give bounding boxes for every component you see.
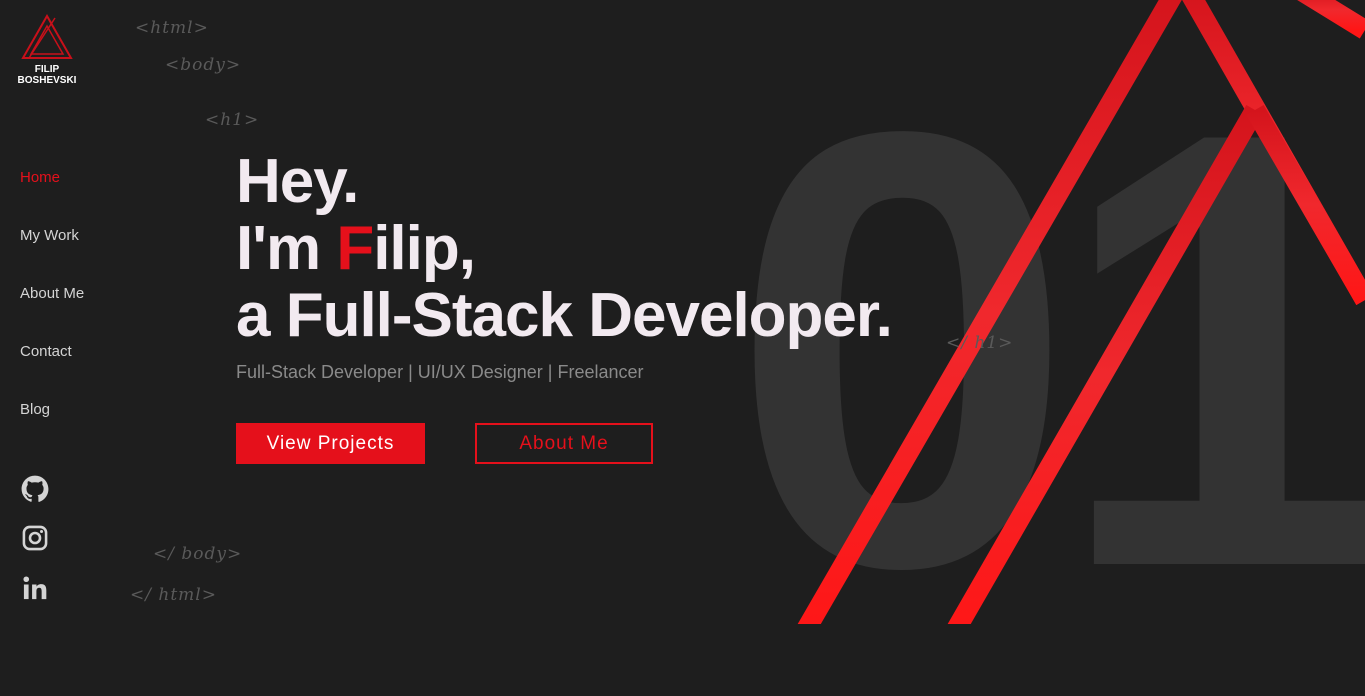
hero-line-2-prefix: I'm <box>236 214 337 283</box>
logo-line-2: BOSHEVSKI <box>17 75 77 86</box>
hero-line-2: I'm Filip, <box>236 215 892 282</box>
tag-body-close: </ body> <box>153 544 243 564</box>
tag-html-close: </ html> <box>130 585 217 605</box>
nav-item-home[interactable]: Home <box>20 169 60 186</box>
tag-h1-open: <h1> <box>205 110 260 130</box>
hero: Hey. I'm Filip, a Full-Stack Developer. … <box>236 147 893 464</box>
instagram-icon[interactable] <box>21 524 49 552</box>
about-me-button[interactable]: About Me <box>475 423 653 464</box>
hero-line-1: Hey. <box>236 147 359 216</box>
hero-heading: Hey. I'm Filip, a Full-Stack Developer. <box>236 147 893 350</box>
linkedin-icon[interactable] <box>21 574 49 602</box>
hero-line-3: a Full-Stack Developer. <box>236 281 893 350</box>
logo-line-1: FILIP <box>34 64 60 75</box>
view-projects-button[interactable]: View Projects <box>236 423 425 464</box>
tag-html-open: <html> <box>135 18 209 38</box>
nav-item-blog[interactable]: Blog <box>20 401 50 418</box>
hero-line-2-suffix: ilip, <box>373 214 476 283</box>
logo-name: FILIP BOSHEVSKI <box>14 64 80 86</box>
tag-body-open: <body> <box>165 55 242 75</box>
hero-subtitle: Full-Stack Developer | UI/UX Designer | … <box>236 362 644 382</box>
nav-item-contact[interactable]: Contact <box>20 343 72 360</box>
logo[interactable]: FILIP BOSHEVSKI <box>14 14 80 86</box>
tag-h1-close: </ h1> <box>946 333 1014 353</box>
github-icon[interactable] <box>21 475 49 503</box>
triangle-logo-icon <box>21 14 73 59</box>
hero-name-accent: F <box>336 214 374 283</box>
nav-item-about-me[interactable]: About Me <box>20 285 84 302</box>
nav-item-my-work[interactable]: My Work <box>20 227 79 244</box>
sidebar: FILIP BOSHEVSKI Home My Work About Me Co… <box>0 0 120 624</box>
